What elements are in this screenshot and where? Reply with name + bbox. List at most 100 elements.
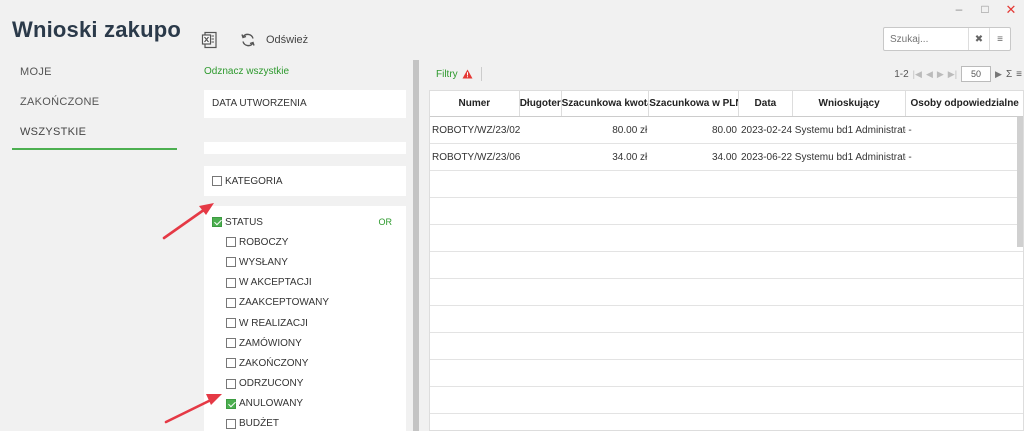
- status-header[interactable]: STATUS OR: [212, 212, 406, 232]
- search-input[interactable]: [884, 28, 968, 50]
- maximize-button[interactable]: □: [978, 2, 992, 18]
- column-header[interactable]: Numer: [430, 91, 520, 116]
- status-option-checkbox[interactable]: [226, 338, 236, 349]
- status-option-checkbox[interactable]: [226, 237, 236, 248]
- status-option[interactable]: ANULOWANY: [212, 394, 406, 414]
- status-option[interactable]: ZAAKCEPTOWANY: [212, 293, 406, 313]
- status-option[interactable]: WYSŁANY: [212, 252, 406, 272]
- grid-scrollbar[interactable]: [1017, 117, 1023, 247]
- excel-export-button[interactable]: [200, 30, 220, 50]
- filter-kategoria[interactable]: KATEGORIA: [204, 166, 406, 196]
- kategoria-checkbox[interactable]: [212, 176, 222, 186]
- filter-status: STATUS OR ROBOCZY WYSŁANY W AKCEPTACJI Z…: [204, 206, 406, 431]
- toolbar: Odśwież: [200, 30, 308, 50]
- status-option[interactable]: ROBOCZY: [212, 232, 406, 252]
- column-header[interactable]: Szacunkowa w PLN: [649, 91, 739, 116]
- page-size-input[interactable]: 50: [961, 66, 992, 82]
- search-menu-icon[interactable]: ≡: [989, 28, 1010, 50]
- nav-item-zakonczone[interactable]: ZAKOŃCZONE: [12, 90, 177, 120]
- next-page-icon[interactable]: ▶: [937, 69, 944, 80]
- panel-splitter[interactable]: [413, 60, 419, 431]
- status-option-label: ZAMÓWIONY: [239, 337, 302, 349]
- data-grid: Numer Długoterm Szacunkowa kwota Szacunk…: [429, 90, 1024, 431]
- empty-row: [430, 333, 1023, 360]
- divider: [480, 67, 482, 81]
- status-option-checkbox[interactable]: [226, 277, 236, 288]
- cell-dlugoterm: [520, 144, 562, 170]
- filtry-button[interactable]: Filtry: [430, 69, 473, 80]
- minimize-button[interactable]: –: [952, 2, 966, 18]
- deselect-all-link[interactable]: Odznacz wszystkie: [204, 60, 406, 84]
- column-header[interactable]: Długoterm: [520, 91, 562, 116]
- status-option-checkbox[interactable]: [226, 418, 236, 429]
- sum-icon[interactable]: Σ: [1006, 69, 1012, 80]
- status-option[interactable]: ODRZUCONY: [212, 374, 406, 394]
- table-row[interactable]: ROBOTY/WZ/23/02/ 80.00 zł 80.00 2023-02-…: [430, 117, 1023, 144]
- filtry-label: Filtry: [436, 68, 458, 80]
- page-range: 1-2: [894, 68, 909, 80]
- column-header[interactable]: Osoby odpowiedzialne: [906, 91, 1023, 116]
- empty-row: [430, 225, 1023, 252]
- annotation-arrow-status: [162, 203, 214, 240]
- status-option[interactable]: W REALIZACJI: [212, 313, 406, 333]
- close-button[interactable]: ✕: [1004, 2, 1018, 18]
- cell-osoby: -: [908, 125, 912, 136]
- empty-row: [430, 306, 1023, 333]
- table-row[interactable]: ROBOTY/WZ/23/06/ 34.00 zł 34.00 2023-06-…: [430, 144, 1023, 171]
- window-controls: – □ ✕: [952, 2, 1018, 18]
- nav-item-moje[interactable]: MOJE: [12, 60, 177, 90]
- cell-wnioskujacy: Systemu bd1 Administrato: [794, 152, 907, 163]
- last-page-icon[interactable]: ▶|: [948, 69, 957, 80]
- side-nav: MOJE ZAKOŃCZONE WSZYSTKIE: [12, 60, 177, 150]
- column-header[interactable]: Szacunkowa kwota: [562, 91, 650, 116]
- status-option[interactable]: ZAKOŃCZONY: [212, 353, 406, 373]
- status-option-checkbox[interactable]: [226, 358, 236, 369]
- refresh-icon: [241, 33, 255, 47]
- cell-data: 2023-06-22: [740, 152, 793, 163]
- cell-osoby: -: [908, 152, 912, 163]
- status-operator[interactable]: OR: [379, 217, 393, 227]
- prev-page-icon[interactable]: ◀: [926, 69, 933, 80]
- page-size-dropdown-icon[interactable]: ▶: [995, 69, 1002, 80]
- status-option[interactable]: BUDŻET: [212, 414, 406, 431]
- cell-numer: ROBOTY/WZ/23/06/: [432, 152, 520, 163]
- grid-header-row: Numer Długoterm Szacunkowa kwota Szacunk…: [430, 91, 1023, 117]
- column-header[interactable]: Wnioskujący: [793, 91, 907, 116]
- empty-row: [430, 387, 1023, 414]
- first-page-icon[interactable]: |◀: [913, 69, 922, 80]
- status-option-checkbox[interactable]: [226, 257, 236, 268]
- status-option-label: ZAAKCEPTOWANY: [239, 297, 330, 309]
- filter-date-range[interactable]: [204, 142, 406, 154]
- status-option-checkbox[interactable]: [226, 318, 236, 329]
- status-option-label: ODRZUCONY: [239, 378, 304, 390]
- cell-kwota-pln: 34.00: [711, 152, 737, 163]
- cell-kwota: 80.00 zł: [612, 125, 648, 136]
- refresh-button[interactable]: [238, 30, 258, 50]
- cell-dlugoterm: [520, 117, 562, 143]
- status-option[interactable]: ZAMÓWIONY: [212, 333, 406, 353]
- status-option-label: WYSŁANY: [239, 256, 288, 268]
- status-option-checkbox[interactable]: [226, 378, 236, 389]
- grid-menu-icon[interactable]: ≡: [1016, 69, 1022, 80]
- cell-kwota: 34.00 zł: [612, 152, 648, 163]
- empty-row: [430, 279, 1023, 306]
- cell-kwota-pln: 80.00: [711, 125, 737, 136]
- status-option-label: W REALIZACJI: [239, 317, 308, 329]
- pager: 1-2 |◀ ◀ ▶ ▶| 50 ▶ Σ ≡: [894, 62, 1022, 86]
- filter-panel: Odznacz wszystkie DATA UTWORZENIA KATEGO…: [204, 60, 406, 431]
- status-option-label: BUDŻET: [239, 418, 279, 430]
- status-option-checkbox[interactable]: [226, 297, 236, 308]
- status-option-label: W AKCEPTACJI: [239, 277, 312, 289]
- status-option-label: ANULOWANY: [239, 398, 304, 410]
- page-title: Wnioski zakupo...: [12, 17, 182, 42]
- kategoria-label: KATEGORIA: [225, 175, 283, 187]
- clear-search-icon[interactable]: ✖: [968, 28, 989, 50]
- grid-header: Filtry 1-2 |◀ ◀ ▶ ▶| 50 ▶ Σ ≡: [430, 62, 1024, 86]
- status-option-label: ROBOCZY: [239, 236, 289, 248]
- filter-date-created[interactable]: DATA UTWORZENIA: [204, 90, 406, 118]
- column-header[interactable]: Data: [739, 91, 793, 116]
- refresh-label[interactable]: Odśwież: [266, 34, 308, 46]
- nav-item-wszystkie[interactable]: WSZYSTKIE: [12, 120, 177, 150]
- status-option-checkbox[interactable]: [226, 398, 236, 409]
- status-option[interactable]: W AKCEPTACJI: [212, 273, 406, 293]
